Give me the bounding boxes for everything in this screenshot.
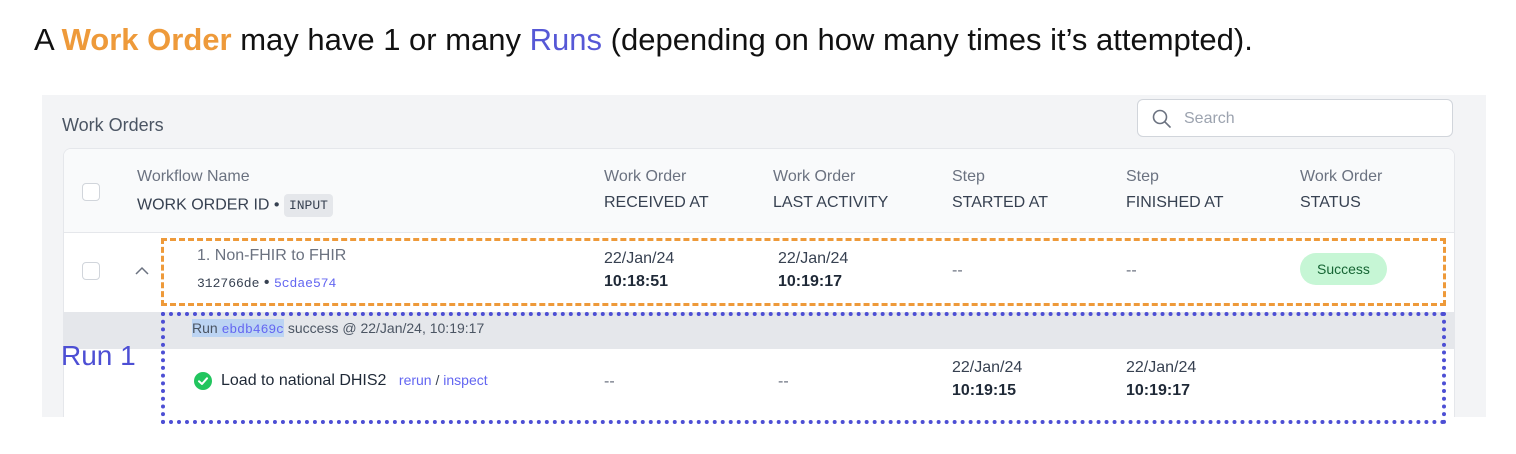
col-activity-line2: LAST ACTIVITY [773,194,889,211]
caption-prefix: A [34,22,62,57]
search-box[interactable] [1137,99,1453,137]
col-last-activity: Work Order LAST ACTIVITY [773,168,888,212]
col-finished-at: Step FINISHED AT [1126,168,1224,212]
select-all-checkbox[interactable] [82,183,100,201]
col-started-at: Step STARTED AT [952,168,1048,212]
col-workflow-line2: WORK ORDER ID • INPUT [137,194,333,217]
col-finished-line2: FINISHED AT [1126,194,1224,211]
col-workflow-id-label: WORK ORDER ID • [137,196,280,214]
col-workflow-line1: Workflow Name [137,168,250,185]
row-checkbox[interactable] [82,262,100,280]
work-order-highlight-box [161,238,1446,306]
table-header: Workflow Name WORK ORDER ID • INPUT Work… [64,149,1454,233]
chevron-up-icon[interactable] [134,265,150,277]
search-icon [1152,109,1171,128]
panel-title: Work Orders [62,115,164,135]
col-status: Work Order STATUS [1300,168,1382,212]
run-annotation-label: Run 1 [61,340,136,371]
input-badge: INPUT [283,194,333,217]
col-activity-line1: Work Order [773,168,856,185]
col-workflow: Workflow Name WORK ORDER ID • INPUT [137,168,333,217]
explanation-caption: A Work Order may have 1 or many Runs (de… [34,22,1253,58]
col-started-line1: Step [952,168,985,185]
col-started-line2: STARTED AT [952,194,1049,211]
col-received-line2: RECEIVED AT [604,194,709,211]
col-status-line1: Work Order [1300,168,1383,185]
caption-work-order: Work Order [61,22,232,57]
caption-suffix: (depending on how many times it’s attemp… [602,22,1253,57]
caption-runs: Runs [529,22,603,57]
col-received-line1: Work Order [604,168,687,185]
search-input[interactable] [1182,107,1446,131]
col-status-line2: STATUS [1300,194,1361,211]
col-received-at: Work Order RECEIVED AT [604,168,709,212]
col-finished-line1: Step [1126,168,1159,185]
run-highlight-box [161,312,1446,424]
caption-middle: may have 1 or many [231,22,530,57]
